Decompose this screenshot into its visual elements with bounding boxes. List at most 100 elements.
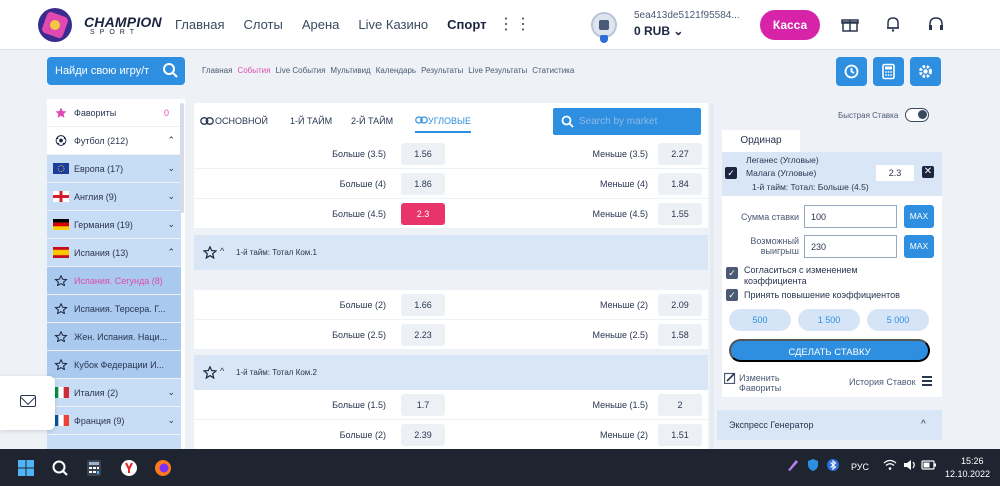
amount-button-1500[interactable]: 1 500 [798, 309, 860, 331]
sidebar-item-football[interactable]: Футбол (212) ⌃ [47, 127, 181, 155]
subnav-statistics[interactable]: Статистика [532, 66, 574, 75]
nav-sport[interactable]: Спорт [447, 17, 486, 32]
market-group-header[interactable]: ^ 1-й тайм: Тотал Ком.2 [194, 355, 708, 390]
star-outline-icon[interactable] [53, 359, 69, 370]
express-generator[interactable]: Экспресс Генератор ^ [717, 410, 942, 440]
amount-button-500[interactable]: 500 [729, 309, 791, 331]
sidebar-scrollbar[interactable] [180, 103, 184, 213]
stake-max-button[interactable]: MAX [904, 205, 934, 228]
bet-history-button[interactable]: История Ставок [849, 377, 916, 387]
tab-single-bet[interactable]: Ординар [722, 130, 800, 152]
market-scrollbar[interactable] [710, 103, 714, 449]
nav-live-casino[interactable]: Live Казино [358, 17, 428, 32]
champion-logo[interactable]: CHAMPION SPORT [38, 8, 162, 42]
nav-arena[interactable]: Арена [302, 17, 340, 32]
odd-button[interactable]: 1.51 [658, 424, 702, 446]
subnav-multiview[interactable]: Мультивид [330, 66, 370, 75]
defender-icon[interactable] [806, 458, 820, 472]
star-outline-icon[interactable] [53, 303, 69, 314]
odd-button[interactable]: 1.84 [658, 173, 702, 195]
odd-button[interactable]: 1.7 [401, 394, 445, 416]
yandex-browser-icon[interactable] [120, 459, 138, 477]
subnav-events[interactable]: События [237, 66, 270, 75]
settings-button[interactable] [910, 57, 941, 86]
star-outline-icon[interactable] [203, 366, 217, 379]
star-outline-icon[interactable] [53, 275, 69, 286]
checkbox-checked-icon[interactable]: ✓ [725, 167, 737, 179]
tab-second-half[interactable]: 2-Й ТАЙМ [351, 116, 393, 126]
headset-icon[interactable] [926, 15, 946, 35]
clock-date[interactable]: 12.10.2022 [945, 469, 990, 479]
nav-home[interactable]: Главная [175, 17, 224, 32]
subnav-live-results[interactable]: Live Результаты [468, 66, 527, 75]
sidebar-item-spain-women[interactable]: Жен. Испания. Наци... [47, 323, 181, 351]
odd-button[interactable]: 1.55 [658, 203, 702, 225]
tab-main[interactable]: ОСНОВНОЙ [215, 116, 268, 126]
sidebar-item-spain[interactable]: Испания (13) ⌃ [47, 239, 181, 267]
chevron-up-icon[interactable]: ^ [220, 366, 224, 376]
market-group-header[interactable]: ^ 1-й тайм: Тотал Ком.1 [194, 235, 708, 270]
odd-button[interactable]: 2.27 [658, 143, 702, 165]
odd-button[interactable]: 2.23 [401, 324, 445, 346]
pen-icon[interactable] [786, 458, 800, 472]
subnav-home[interactable]: Главная [202, 66, 232, 75]
market-search-input[interactable] [579, 113, 694, 130]
fast-bet-toggle[interactable] [905, 108, 929, 122]
battery-icon[interactable] [921, 459, 937, 471]
clock-time[interactable]: 15:26 [961, 456, 984, 466]
sidebar-item-spain-segunda[interactable]: Испания. Сегунда (8) [47, 267, 181, 295]
odd-button[interactable]: 2.39 [401, 424, 445, 446]
search-icon[interactable] [51, 459, 69, 477]
sidebar-item-france[interactable]: Франция (9) ⌄ [47, 407, 181, 435]
amount-button-5000[interactable]: 5 000 [867, 309, 929, 331]
star-outline-icon[interactable] [53, 331, 69, 342]
sidebar-item-favorites[interactable]: Фавориты 0 [47, 99, 181, 127]
edit-favorites-button[interactable]: Изменить Фавориты [739, 373, 799, 393]
subnav-calendar[interactable]: Календарь [376, 66, 416, 75]
windows-start-icon[interactable] [17, 459, 35, 477]
odd-button[interactable]: 1.66 [401, 294, 445, 316]
possible-win-input[interactable] [804, 235, 897, 258]
tab-first-half[interactable]: 1-Й ТАЙМ [290, 116, 332, 126]
mail-button[interactable] [0, 376, 55, 430]
market-search[interactable] [553, 108, 701, 135]
edit-icon[interactable] [724, 372, 736, 384]
sidebar-item-spain-tercera[interactable]: Испания. Терсера. Г... [47, 295, 181, 323]
odd-button[interactable]: 2.09 [658, 294, 702, 316]
subnav-results[interactable]: Результаты [421, 66, 463, 75]
odd-button[interactable]: 1.56 [401, 143, 445, 165]
bluetooth-icon[interactable] [826, 458, 840, 472]
sidebar-item-germany[interactable]: Германия (19) ⌄ [47, 211, 181, 239]
search-game-button[interactable]: Найди свою игру/т [47, 57, 185, 85]
bell-icon[interactable] [883, 15, 903, 35]
kassa-button[interactable]: Касса [760, 10, 820, 40]
language-indicator[interactable]: РУС [851, 462, 869, 472]
gift-icon[interactable] [840, 15, 860, 35]
wifi-icon[interactable] [883, 459, 897, 471]
nav-more-icon[interactable]: ⋮⋮ [498, 14, 532, 34]
odd-button-selected[interactable]: 2.3 [401, 203, 445, 225]
calculator-button[interactable] [873, 57, 904, 86]
odd-button[interactable]: 1.86 [401, 173, 445, 195]
place-bet-button[interactable]: СДЕЛАТЬ СТАВКУ [729, 339, 930, 362]
menu-icon[interactable] [922, 376, 932, 386]
odd-button[interactable]: 2 [658, 394, 702, 416]
balance-dropdown[interactable]: 0 RUB ⌄ [634, 24, 683, 38]
history-button[interactable] [836, 57, 867, 86]
firefox-icon[interactable] [154, 459, 172, 477]
win-max-button[interactable]: MAX [904, 235, 934, 258]
stake-input[interactable] [804, 205, 897, 228]
accept-increase-checkbox[interactable]: ✓ [726, 289, 738, 301]
odd-button[interactable]: 1.58 [658, 324, 702, 346]
nav-slots[interactable]: Слоты [243, 17, 282, 32]
sidebar-item-spain-cup[interactable]: Кубок Федерации И... [47, 351, 181, 379]
calculator-app-icon[interactable] [85, 459, 103, 477]
sidebar-item-italy[interactable]: Италия (2) ⌄ [47, 379, 181, 407]
sidebar-item-europe[interactable]: Европа (17) ⌄ [47, 155, 181, 183]
accept-change-checkbox[interactable]: ✓ [726, 267, 738, 279]
volume-icon[interactable] [903, 459, 917, 471]
chevron-up-icon[interactable]: ^ [220, 246, 224, 256]
sidebar-item-england[interactable]: Англия (9) ⌄ [47, 183, 181, 211]
star-outline-icon[interactable] [203, 246, 217, 259]
subnav-live-events[interactable]: Live События [275, 66, 325, 75]
